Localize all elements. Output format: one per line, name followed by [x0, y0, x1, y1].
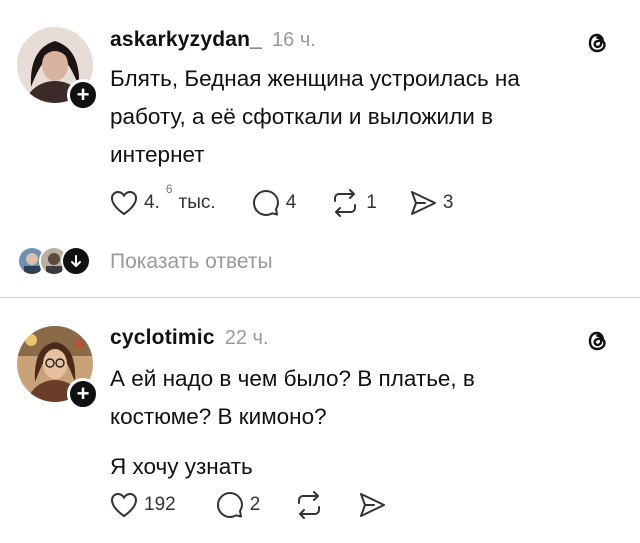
send-icon — [360, 493, 386, 517]
share-button[interactable]: 3 — [409, 190, 454, 216]
avatar-askarkyzydan[interactable]: + — [17, 27, 99, 111]
like-count: 4. — [144, 192, 160, 213]
repost-icon — [334, 189, 357, 217]
like-button[interactable]: 192 — [110, 492, 176, 518]
arrow-down-icon — [61, 246, 91, 276]
timestamp: 22 ч. — [224, 327, 269, 349]
comment-button[interactable]: 2 — [216, 491, 261, 519]
follow-plus-icon[interactable]: + — [67, 378, 99, 410]
share-button[interactable] — [358, 492, 386, 518]
comment-count: 2 — [249, 494, 261, 515]
heart-icon — [110, 190, 138, 216]
like-count-unit: тыс. — [178, 192, 216, 213]
avatar-cyclotimic[interactable]: + — [17, 326, 99, 410]
username[interactable]: cyclotimic — [110, 326, 215, 350]
comment-icon — [252, 190, 279, 216]
action-bar: 192 2 — [110, 488, 386, 522]
text-line: костюме? В кимоно? — [110, 404, 327, 429]
comment-button[interactable]: 4 — [252, 189, 297, 217]
share-count: 3 — [442, 192, 454, 213]
follow-plus-icon[interactable]: + — [67, 79, 99, 111]
repost-button[interactable] — [294, 491, 324, 519]
threads-logo-icon[interactable] — [582, 326, 612, 356]
reply-avatars[interactable] — [17, 246, 91, 276]
like-button[interactable]: 4. 6 тыс. — [110, 182, 216, 216]
timestamp: 16 ч. — [272, 29, 316, 51]
send-icon — [410, 191, 436, 215]
repost-button[interactable]: 1 — [330, 189, 377, 217]
text-line: работу, а её сфоткали и выложили в — [110, 104, 494, 129]
heart-icon — [110, 492, 138, 518]
repost-icon — [298, 491, 321, 519]
comment-icon — [216, 492, 243, 518]
username[interactable]: askarkyzydan_ — [110, 28, 262, 52]
threads-logo-icon[interactable] — [582, 28, 612, 58]
post-header: askarkyzydan_ 16 ч. — [110, 28, 316, 52]
post-text: Блять, Бедная женщина устроилась на рабо… — [110, 60, 610, 174]
show-replies-link[interactable]: Показать ответы — [110, 250, 273, 274]
action-bar: 4. 6 тыс. 4 1 3 — [110, 182, 454, 220]
comment-post-1: + askarkyzydan_ 16 ч. Блять, Бедная женщ… — [0, 0, 640, 297]
like-count: 192 — [144, 494, 176, 515]
post-text: А ей надо в чем было? В платье, в костюм… — [110, 360, 610, 486]
comment-post-2: + cyclotimic 22 ч. А ей надо в чем было?… — [0, 298, 640, 543]
text-line: интернет — [110, 142, 205, 167]
text-line: Я хочу узнать — [110, 454, 253, 479]
text-line: Блять, Бедная женщина устроилась на — [110, 66, 520, 91]
text-line: А ей надо в чем было? В платье, в — [110, 366, 475, 391]
post-header: cyclotimic 22 ч. — [110, 326, 269, 350]
repost-count: 1 — [366, 192, 377, 213]
comment-count: 4 — [285, 192, 297, 213]
like-count-sup: 6 — [165, 182, 173, 196]
